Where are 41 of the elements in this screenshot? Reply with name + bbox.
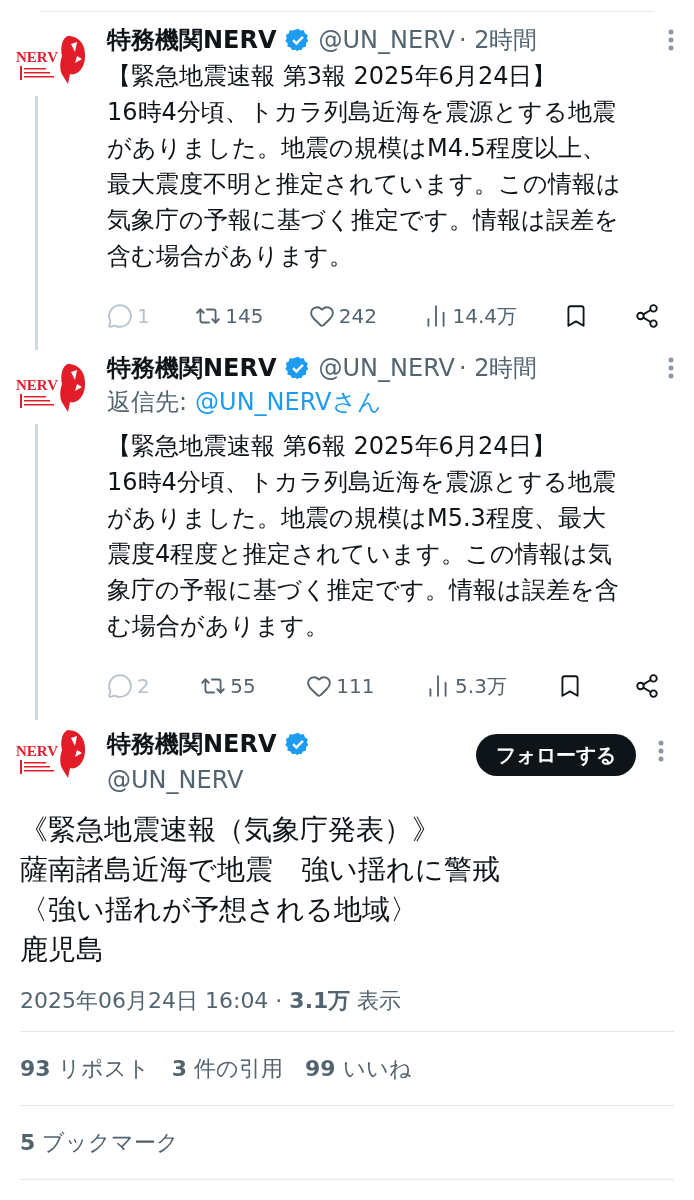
more-options-icon[interactable]: [668, 357, 674, 379]
user-handle[interactable]: @UN_NERV: [107, 762, 476, 798]
follow-button[interactable]: フォローする: [476, 734, 636, 776]
repost-button[interactable]: 145: [195, 301, 264, 331]
repost-button[interactable]: 55: [200, 671, 256, 701]
verified-badge-icon: [284, 27, 311, 53]
nerv-logo: NERV: [15, 726, 86, 782]
nerv-logo: NERV: [15, 360, 86, 416]
post-time: · 2時間: [458, 25, 538, 56]
heart-icon: [308, 303, 335, 329]
bookmark-stat[interactable]: 5 ブックマーク: [20, 1130, 180, 1155]
views-button[interactable]: 14.4万: [422, 301, 518, 331]
post-text: 《緊急地震速報（気象庁発表）》 薩南諸島近海で地震 強い揺れに警戒 〈強い揺れが予想される地域〉 鹿児島: [20, 812, 501, 968]
engagement-stat[interactable]: 3 件の引用: [171, 1052, 283, 1085]
display-name[interactable]: 特務機関NERV: [107, 350, 277, 386]
display-name[interactable]: 特務機関NERV: [107, 726, 277, 762]
more-options-icon[interactable]: [658, 740, 664, 762]
user-handle[interactable]: @UN_NERV: [318, 350, 455, 386]
post-text: 【緊急地震速報 第3報 2025年6月24日】 16時4分頃、トカラ列島近海を震源とする地震 がありました。地震の規模はM4.5程度以上、 最大震度不明と推定されています。この情報は 気象庁の予報に基づく推定です。情報は誤差を 含む場合があります。: [107, 61, 622, 272]
display-name[interactable]: 特務機関NERV: [107, 22, 277, 58]
views-button[interactable]: 5.3万: [425, 671, 507, 701]
post-timestamp: 2025年06月24日 16:04 · 3.1万 表示: [20, 988, 402, 1013]
verified-badge-icon: [284, 355, 311, 381]
share-icon: [634, 303, 660, 329]
reply-label: 返信先:: [107, 387, 188, 418]
reply-icon: [107, 303, 133, 329]
more-options-icon[interactable]: [668, 29, 674, 51]
like-button[interactable]: 242: [308, 301, 378, 331]
engagement-stat[interactable]: 93 リポスト: [20, 1052, 150, 1085]
post-text: 【緊急地震速報 第6報 2025年6月24日】 16時4分頃、トカラ列島近海を震源とする地震 がありました。地震の規模はM5.3程度、最大 震度4程度と推定されています。この情報は気 象庁の予報に基づく推定です。情報は誤差を含 む場合があります。: [107, 431, 620, 642]
post-time: · 2時間: [458, 353, 538, 384]
like-button[interactable]: 111: [306, 671, 375, 701]
share-button[interactable]: [634, 673, 660, 699]
share-button[interactable]: [634, 303, 660, 329]
nerv-logo: NERV: [15, 32, 86, 88]
engagement-stat[interactable]: 99 いいね: [304, 1052, 412, 1085]
heart-icon: [306, 673, 333, 699]
user-handle[interactable]: @UN_NERV: [318, 22, 455, 58]
share-icon: [634, 673, 660, 699]
verified-badge-icon: [284, 731, 311, 757]
reply-icon: [107, 673, 133, 699]
